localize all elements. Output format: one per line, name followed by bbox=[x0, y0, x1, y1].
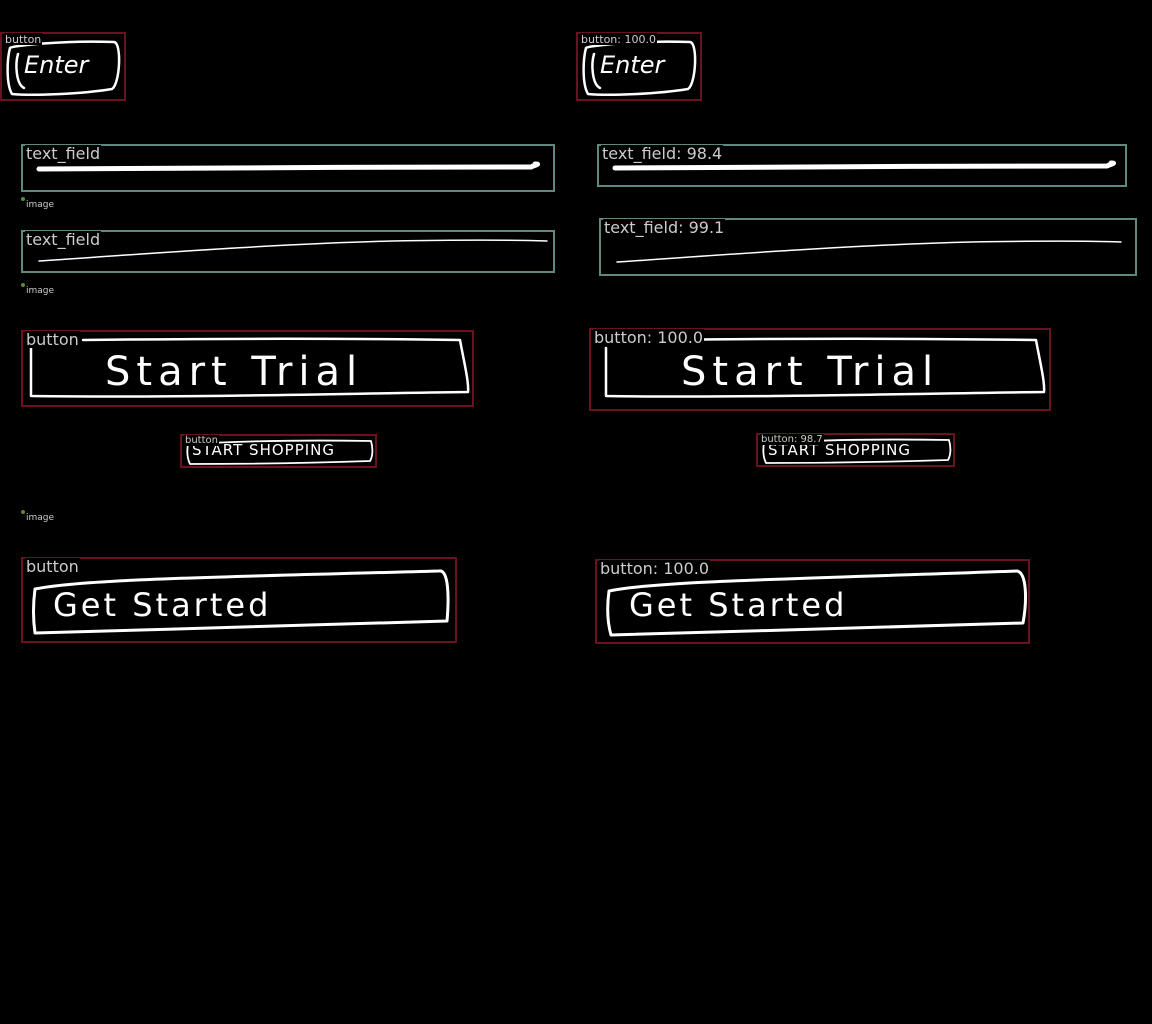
start-trial-button-text: Start Trial bbox=[105, 349, 364, 395]
start-trial-button[interactable]: Start Trial button bbox=[21, 330, 474, 407]
get-started-button-text: Get Started bbox=[53, 586, 272, 624]
image-marker-3: image bbox=[21, 510, 54, 523]
detection-label: text_field bbox=[25, 144, 102, 163]
enter-button-text: Enter bbox=[24, 51, 89, 79]
detection-label: button bbox=[25, 557, 80, 576]
detection-label: button: 98.7 bbox=[760, 434, 824, 445]
detection-label: button bbox=[184, 435, 219, 446]
ground-truth-panel: Enter button text_field image text_field… bbox=[0, 0, 576, 1024]
start-shopping-button[interactable]: START SHOPPING button bbox=[180, 434, 377, 468]
get-started-button-text: Get Started bbox=[629, 586, 848, 624]
detection-label: text_field: 99.1 bbox=[603, 218, 726, 237]
enter-button[interactable]: Enter button: 100.0 bbox=[576, 32, 702, 101]
enter-button-text: Enter bbox=[600, 51, 665, 79]
detection-label: button bbox=[25, 330, 80, 349]
image-marker-2: image bbox=[21, 283, 54, 296]
text-field-2[interactable]: text_field bbox=[21, 230, 555, 273]
text-field-1[interactable]: text_field bbox=[21, 144, 555, 192]
start-trial-button-text: Start Trial bbox=[681, 349, 940, 395]
text-field-1-stroke bbox=[36, 161, 540, 172]
image-dot-icon bbox=[21, 197, 25, 201]
detection-label: button: 100.0 bbox=[599, 559, 711, 578]
detection-label: button: 100.0 bbox=[593, 328, 705, 347]
detection-label: text_field: 98.4 bbox=[601, 144, 724, 163]
start-shopping-button-text: START SHOPPING bbox=[768, 441, 912, 459]
detection-label: button: 100.0 bbox=[580, 33, 657, 46]
image-dot-icon bbox=[21, 283, 25, 287]
enter-button[interactable]: Enter button bbox=[0, 32, 126, 101]
detection-label: text_field bbox=[25, 230, 102, 249]
image-dot-icon bbox=[21, 510, 25, 514]
detection-label: button bbox=[4, 33, 43, 46]
text-field-2[interactable]: text_field: 99.1 bbox=[599, 218, 1137, 276]
get-started-button[interactable]: Get Started button: 100.0 bbox=[595, 559, 1030, 644]
start-trial-button[interactable]: Start Trial button: 100.0 bbox=[589, 328, 1051, 411]
get-started-button[interactable]: Get Started button bbox=[21, 557, 457, 643]
text-field-1[interactable]: text_field: 98.4 bbox=[597, 144, 1127, 187]
prediction-panel: Enter button: 100.0 text_field: 98.4 tex… bbox=[576, 0, 1152, 1024]
text-field-2-stroke bbox=[38, 239, 548, 262]
image-marker-1: image bbox=[21, 197, 54, 210]
start-shopping-button[interactable]: START SHOPPING button: 98.7 bbox=[756, 433, 955, 467]
